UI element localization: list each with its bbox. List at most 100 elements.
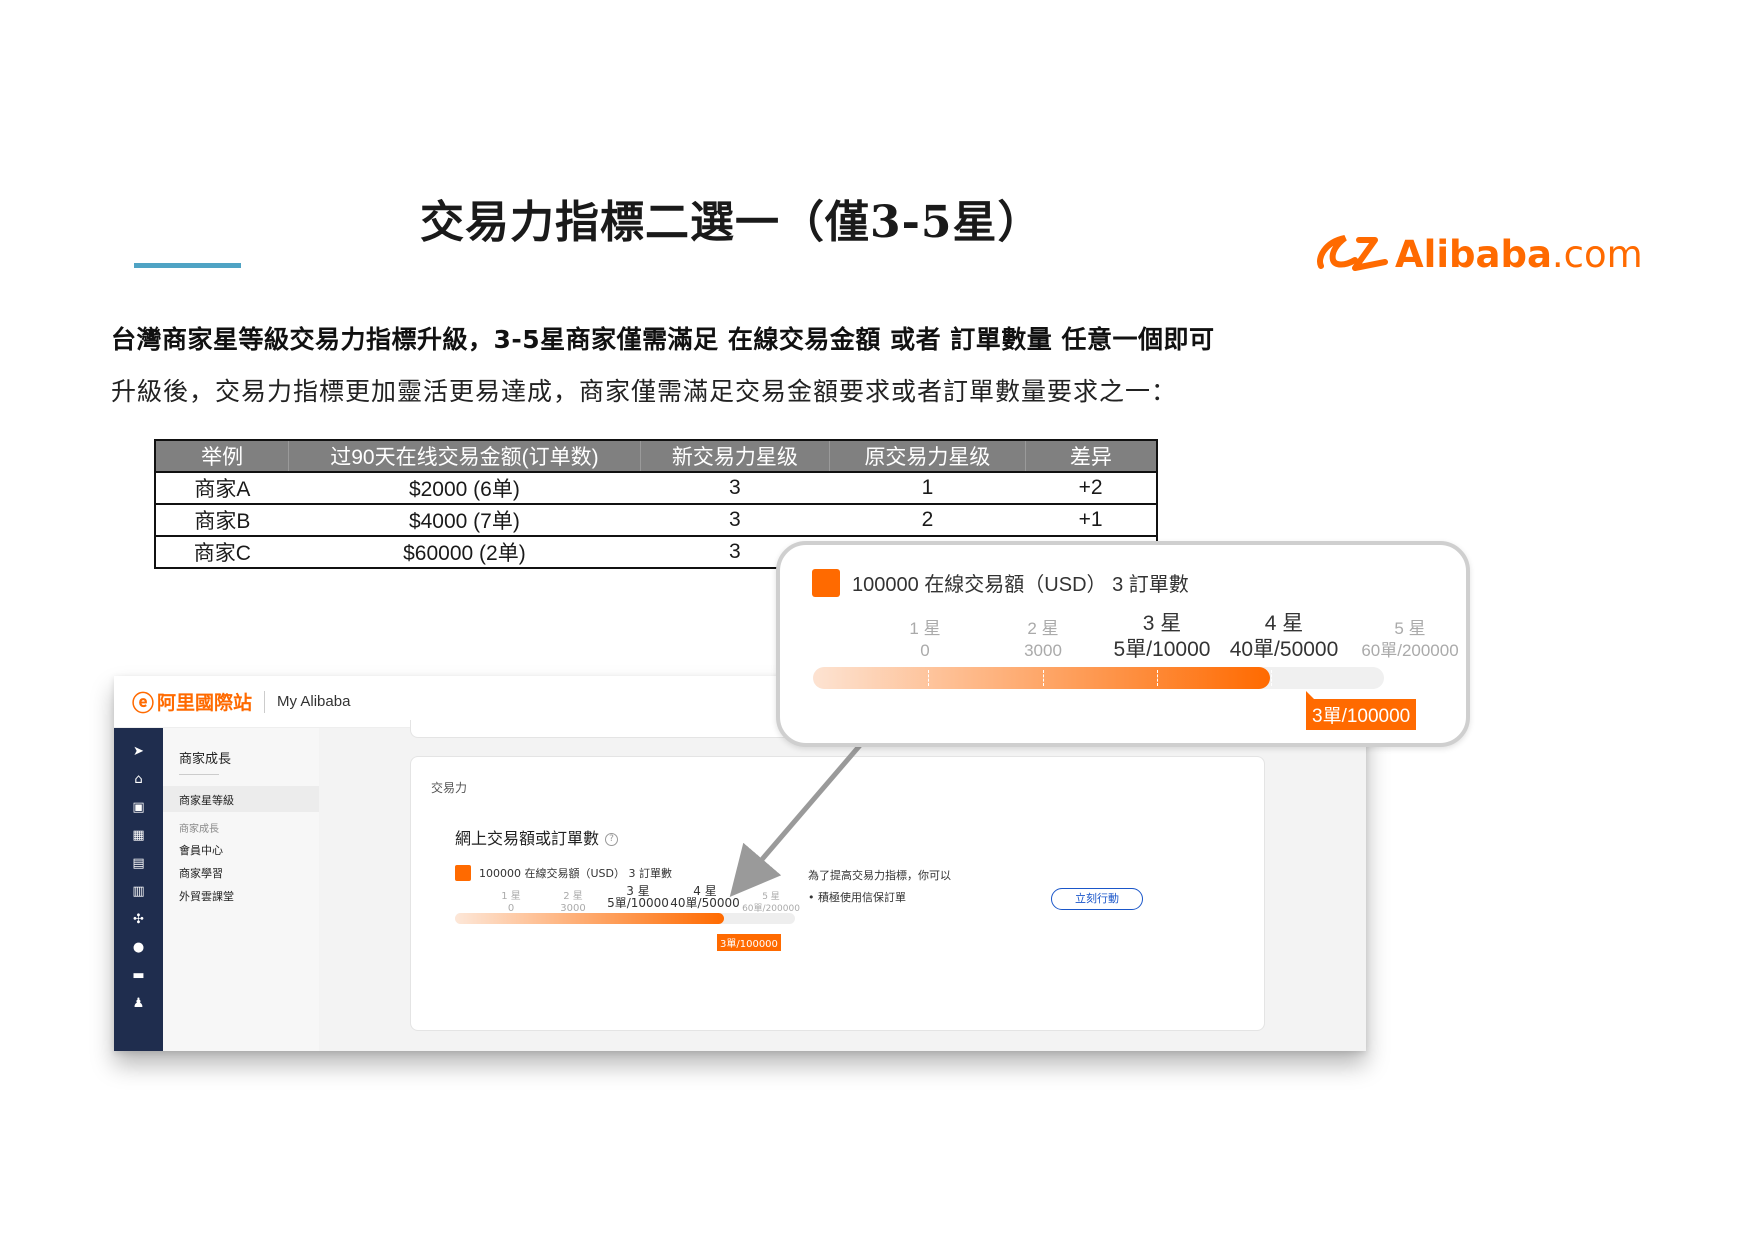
table-row: 商家B $4000 (7单) 3 2 +1: [155, 503, 1157, 536]
topbar-divider: [264, 690, 266, 713]
progress-bar: [455, 913, 795, 924]
table-cell: $4000 (7单): [288, 503, 641, 536]
side-item-membership[interactable]: 會員中心: [179, 842, 223, 858]
table-cell: 商家B: [155, 503, 289, 536]
star-name: 4 星: [1264, 612, 1304, 635]
star-requirement: 5單/10000: [1113, 638, 1211, 661]
table-header-cell: 新交易力星级: [639, 440, 830, 472]
zoom-progress-bar: [813, 667, 1384, 689]
table-row: 商家A $2000 (6单) 3 1 +2: [155, 471, 1157, 504]
star-label: 4 星 40單/50000: [669, 885, 741, 909]
zoom-progress-tick: [1043, 670, 1044, 686]
alibaba-logo-text: Alibaba.com: [1395, 232, 1643, 276]
table-header-cell: 过90天在线交易金额(订单数): [288, 440, 641, 472]
zoom-star-label: 3 星 5單/10000: [1100, 611, 1224, 663]
star-label: 3 星 5單/10000: [607, 885, 669, 909]
zoom-star-label: 2 星 3000: [998, 618, 1088, 662]
side-menu-title: 商家成長: [179, 752, 232, 767]
star-requirement: 40單/50000: [1229, 638, 1339, 661]
zoom-progress-tag: 3單/100000: [1306, 691, 1417, 730]
table-cell: $2000 (6单): [288, 471, 641, 504]
card-label: 交易力: [431, 781, 468, 795]
table-header-cell: 举例: [155, 440, 289, 472]
table-cell: 3: [640, 471, 830, 504]
message-icon[interactable]: ▬: [114, 968, 163, 983]
title-rule: [134, 263, 241, 268]
send-icon[interactable]: ➤: [114, 744, 163, 759]
zoom-progress-tick: [1271, 670, 1272, 686]
alibaba-logo-icon: [1317, 235, 1388, 271]
progress-legend: 100000 在線交易額（USD） 3 訂單數: [455, 865, 672, 881]
zoom-star-label: 1 星0: [880, 618, 970, 662]
progress-fill: [455, 913, 724, 924]
help-icon[interactable]: ?: [605, 833, 619, 846]
nav-rail: ➤ ⌂ ▣ ▦ ▤ ▥ ✣ ● ▬ ♟: [114, 728, 163, 1051]
alibaba-cn-logo[interactable]: ⓔ 阿里國際站: [132, 686, 252, 718]
tip-title: 為了提高交易力指標，你可以: [808, 869, 951, 882]
side-menu-divider: [179, 774, 219, 775]
zoom-callout: 100000 在線交易額（USD） 3 訂單數 1 星0 2 星 3000 3 星…: [776, 541, 1470, 747]
table-header-cell: 差异: [1024, 440, 1157, 472]
star-requirement: 0: [920, 641, 930, 660]
zoom-star-label: 4 星 40單/50000: [1212, 611, 1356, 663]
table-cell: 2: [829, 503, 1026, 536]
star-name: 5 星: [1394, 619, 1426, 638]
alibaba-cn-logo-text: 阿里國際站: [157, 692, 253, 714]
star-name: 3 星: [1142, 612, 1182, 635]
my-alibaba-label[interactable]: My Alibaba: [277, 693, 350, 710]
star-requirement: 3000: [1024, 641, 1062, 660]
side-group-label: 商家成長: [179, 824, 219, 835]
star-name: 5 星: [762, 892, 780, 902]
side-item-learning[interactable]: 商家學習: [179, 865, 223, 881]
star-name: 2 星: [563, 891, 583, 902]
star-requirement: 60單/200000: [1361, 641, 1459, 660]
star-name: 1 星: [909, 619, 941, 638]
progress-tag: 3單/100000: [717, 934, 781, 951]
zoom-progress-tick: [928, 670, 929, 686]
star-name: 1 星: [501, 891, 521, 902]
table-cell: 3: [640, 503, 830, 536]
circle-icon[interactable]: ●: [114, 940, 163, 955]
store-icon[interactable]: ▣: [114, 800, 163, 815]
table-cell: 1: [829, 471, 1026, 504]
tip-item: • 積極使用信保訂單: [808, 891, 906, 904]
table-cell: 商家C: [155, 535, 289, 568]
star-requirement: 5單/10000: [607, 896, 669, 910]
table-cell: $60000 (2单): [288, 535, 641, 568]
legend-swatch: [455, 865, 471, 881]
star-label: 2 星 3000: [553, 891, 593, 915]
trade-power-card: 交易力 網上交易額或訂單數? 100000 在線交易額（USD） 3 訂單數 1…: [410, 756, 1265, 1031]
star-label: 5 星 60單/200000: [739, 891, 803, 915]
star-name: 2 星: [1027, 619, 1059, 638]
zoom-star-label: 5 星 60單/200000: [1352, 618, 1466, 662]
table-header-cell: 原交易力星级: [829, 440, 1026, 472]
zoom-legend-text: 100000 在線交易額（USD） 3 訂單數: [852, 574, 1189, 596]
share-icon[interactable]: ✣: [114, 912, 163, 927]
alibaba-logo: Alibaba.com: [1315, 228, 1643, 280]
card-heading: 網上交易額或訂單數?: [455, 825, 619, 849]
table-cell: +1: [1025, 503, 1157, 536]
side-item-classroom[interactable]: 外貿雲課堂: [179, 888, 234, 904]
side-item-star-level[interactable]: 商家星等級: [179, 792, 234, 808]
zoom-legend: 100000 在線交易額（USD） 3 訂單數: [812, 568, 1189, 597]
user-icon[interactable]: ♟: [114, 996, 163, 1011]
zoom-progress-fill: [813, 667, 1270, 689]
table-cell: +2: [1025, 471, 1157, 504]
home-icon[interactable]: ⌂: [114, 772, 163, 787]
sub-paragraph: 升級後，交易力指標更加靈活更易達成，商家僅需滿足交易金額要求或者訂單數量要求之一…: [111, 377, 1178, 406]
table-cell: 商家A: [155, 471, 289, 504]
growth-icon[interactable]: ▤: [114, 856, 163, 871]
act-now-button[interactable]: 立刻行動: [1051, 888, 1143, 910]
legend-text: 100000 在線交易額（USD） 3 訂單數: [479, 867, 672, 880]
stats-icon[interactable]: ▥: [114, 884, 163, 899]
table-header-row: 举例 过90天在线交易金额(订单数) 新交易力星级 原交易力星级 差异: [155, 440, 1157, 472]
card-heading-text: 網上交易額或訂單數: [455, 829, 600, 848]
side-menu: 商家成長 商家星等級 商家成長 會員中心 商家學習 外貿雲課堂: [163, 728, 319, 1051]
apps-icon[interactable]: ▦: [114, 828, 163, 843]
alibaba-mark-icon: ⓔ: [132, 691, 155, 717]
zoom-progress-tick: [1157, 670, 1158, 686]
zoom-legend-swatch: [812, 568, 840, 597]
page-title: 交易力指標二選一（僅3-5星）: [420, 197, 1043, 248]
star-requirement: 40單/50000: [670, 896, 740, 910]
lead-paragraph: 台灣商家星等級交易力指標升級，3-5星商家僅需滿足 在線交易金額 或者 訂單數量…: [111, 325, 1215, 354]
